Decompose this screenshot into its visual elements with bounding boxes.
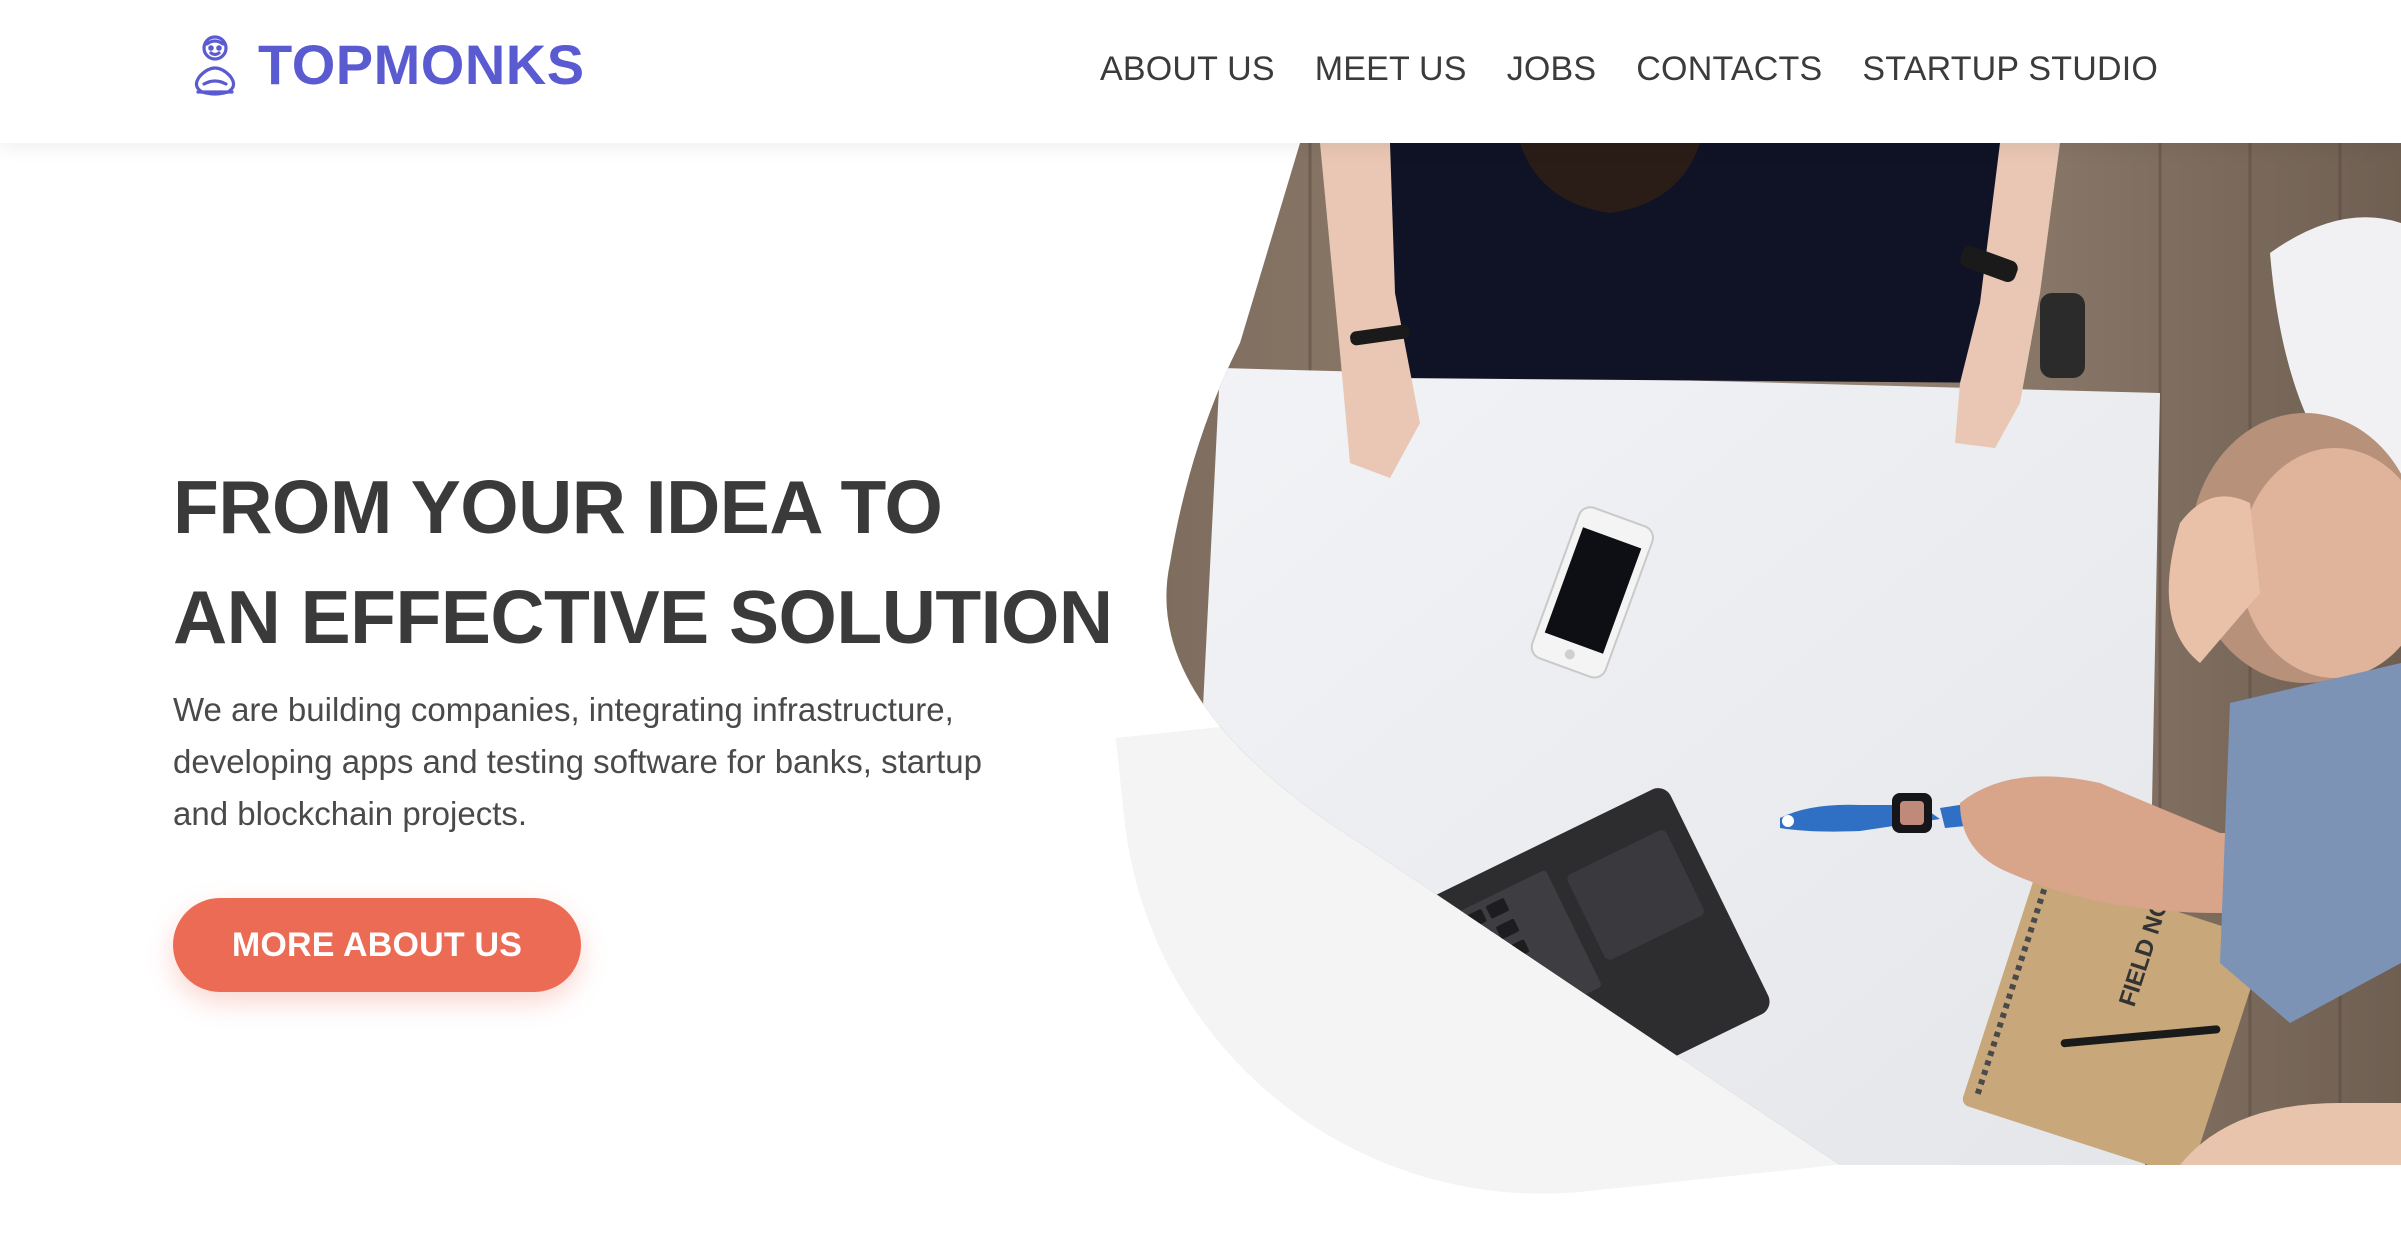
hero-description-line-2: developing apps and testing software for…	[173, 743, 982, 780]
hero-description: We are building companies, integrating i…	[173, 684, 1073, 840]
hero-title-line-1: FROM YOUR IDEA TO	[173, 465, 943, 549]
site-header: TOPMONKS ABOUT US MEET US JOBS CONTACTS …	[0, 0, 2401, 143]
nav-item-jobs[interactable]: JOBS	[1507, 45, 1597, 93]
hero-title: FROM YOUR IDEA TO AN EFFECTIVE SOLUTION	[173, 452, 1113, 672]
nav-item-contacts[interactable]: CONTACTS	[1636, 45, 1822, 93]
hero-description-line-3: and blockchain projects.	[173, 795, 528, 832]
hero-image: FIELD NOTES	[1140, 143, 2401, 1165]
nav-item-about-us[interactable]: ABOUT US	[1100, 45, 1275, 93]
nav-item-meet-us[interactable]: MEET US	[1315, 45, 1467, 93]
more-about-us-button[interactable]: MORE ABOUT US	[173, 898, 581, 992]
hero-title-line-2: AN EFFECTIVE SOLUTION	[173, 575, 1113, 659]
nav-item-startup-studio[interactable]: STARTUP STUDIO	[1862, 45, 2158, 93]
brand-name: TOPMONKS	[258, 33, 585, 96]
monk-icon	[186, 32, 244, 98]
brand-logo[interactable]: TOPMONKS	[186, 32, 585, 98]
main-nav: ABOUT US MEET US JOBS CONTACTS STARTUP S…	[1100, 45, 2158, 93]
hero-description-line-1: We are building companies, integrating i…	[173, 691, 954, 728]
